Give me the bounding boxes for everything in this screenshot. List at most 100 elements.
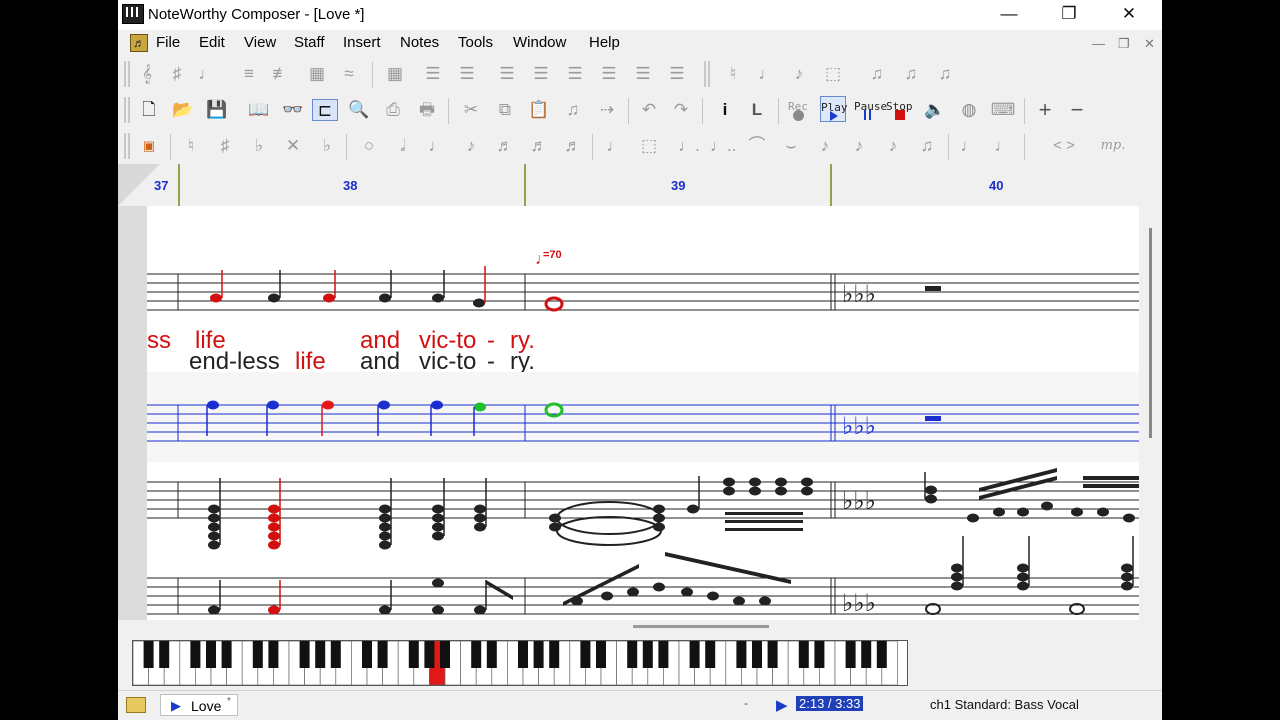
menu-help[interactable]: Help bbox=[589, 34, 620, 51]
double-flat-icon[interactable]: ♭ bbox=[314, 135, 340, 157]
paste-icon[interactable]: 📋 bbox=[526, 99, 552, 121]
speaker-icon[interactable]: 🔈 bbox=[922, 99, 948, 121]
layer-1-icon[interactable]: ☰ bbox=[494, 63, 520, 85]
restore-icon[interactable]: ❐ bbox=[1046, 0, 1092, 30]
toolbar-grip[interactable] bbox=[124, 97, 130, 123]
quarter-note-icon[interactable]: ♩ bbox=[754, 63, 780, 85]
sharp-icon[interactable]: ♯ bbox=[212, 135, 238, 157]
stem-icon[interactable]: ♩ bbox=[194, 63, 220, 85]
beam-3-icon[interactable]: ♫ bbox=[932, 63, 958, 85]
minimize-icon[interactable]: — bbox=[986, 0, 1032, 30]
search-icon[interactable]: 🔍 bbox=[346, 99, 372, 121]
staff-lines-icon[interactable]: ≡ bbox=[236, 63, 262, 85]
eighth-note-icon[interactable]: ♪ bbox=[458, 135, 484, 157]
natural-icon[interactable]: ♮ bbox=[720, 63, 746, 85]
menu-view[interactable]: View bbox=[244, 34, 276, 51]
globe-icon[interactable]: ◍ bbox=[956, 99, 982, 121]
layer-2-icon[interactable]: ☰ bbox=[528, 63, 554, 85]
open-folder-icon[interactable]: 📂 bbox=[170, 99, 196, 121]
grid-icon[interactable]: ▦ bbox=[304, 63, 330, 85]
toolbar-grip[interactable] bbox=[124, 133, 130, 159]
half-note-icon[interactable]: 𝅗𝅥 bbox=[390, 135, 416, 157]
quarter-note-icon[interactable]: ♩ bbox=[424, 135, 450, 157]
transpose-icon[interactable]: ⇢ bbox=[594, 99, 620, 121]
double-sharp-icon[interactable]: ✕ bbox=[280, 135, 306, 157]
mdi-close-icon[interactable]: ✕ bbox=[1144, 36, 1155, 52]
keyboard-icon[interactable]: ⌨ bbox=[990, 99, 1016, 121]
vertical-scrollbar-thumb[interactable] bbox=[1149, 228, 1152, 438]
sixty-fourth-note-icon[interactable]: ♬ bbox=[560, 135, 586, 157]
menu-staff[interactable]: Staff bbox=[294, 34, 325, 51]
vertical-scrollbar[interactable] bbox=[1139, 206, 1162, 620]
info-icon[interactable]: i bbox=[712, 99, 738, 121]
paste-notes-icon[interactable]: ♫ bbox=[560, 99, 586, 121]
play-button[interactable]: Play bbox=[820, 96, 848, 122]
mdi-minimize-icon[interactable]: — bbox=[1092, 36, 1105, 51]
dynamic-icon[interactable]: mp. bbox=[1096, 135, 1130, 157]
redo-icon[interactable]: ↷ bbox=[668, 99, 694, 121]
print-preview-icon[interactable]: ⎙ bbox=[380, 99, 406, 121]
menu-window[interactable]: Window bbox=[513, 34, 566, 51]
measure-ruler[interactable]: 37 38 39 40 bbox=[118, 164, 1162, 206]
staccato-icon[interactable]: ♪ bbox=[846, 135, 872, 157]
chord-box-icon[interactable]: ⬚ bbox=[636, 135, 662, 157]
layer-6-icon[interactable]: ☰ bbox=[664, 63, 690, 85]
thirty-second-note-icon[interactable]: ♬ bbox=[526, 135, 552, 157]
cut-icon[interactable]: ✂ bbox=[458, 99, 484, 121]
layer-4-icon[interactable]: ☰ bbox=[596, 63, 622, 85]
new-file-icon[interactable]: 🗋 bbox=[136, 99, 162, 121]
menu-notes[interactable]: Notes bbox=[400, 34, 439, 51]
document-icon[interactable]: ♬ bbox=[130, 34, 148, 52]
natural-icon[interactable]: ♮ bbox=[178, 135, 204, 157]
beam-2-icon[interactable]: ♫ bbox=[898, 63, 924, 85]
key-signature-icon[interactable]: ♯ bbox=[164, 63, 190, 85]
document-tab[interactable]: ▶ Love * bbox=[160, 694, 238, 716]
lyrics-icon[interactable]: L bbox=[744, 99, 770, 121]
beam-1-icon[interactable]: ♫ bbox=[864, 63, 890, 85]
note-properties-icon[interactable]: ▣ bbox=[136, 135, 162, 157]
menu-edit[interactable]: Edit bbox=[199, 34, 225, 51]
copy-icon[interactable]: ⧉ bbox=[492, 99, 518, 121]
double-dotted-icon[interactable]: ♩.. bbox=[710, 135, 736, 157]
stem-up-icon[interactable]: ♩ bbox=[956, 135, 982, 157]
tenuto-icon[interactable]: ♫ bbox=[914, 135, 940, 157]
stop-button[interactable]: Stop bbox=[886, 96, 913, 122]
slur-icon[interactable]: ⌒ bbox=[744, 135, 770, 157]
record-button[interactable]: Rec bbox=[786, 96, 812, 122]
hairpin-icon[interactable]: < > bbox=[1034, 135, 1094, 157]
score-area[interactable]: ♭♭♭ ♩ =70 ss life and vic-to - ry. end-l… bbox=[147, 206, 1139, 620]
flat-icon[interactable]: ♭ bbox=[246, 135, 272, 157]
mdi-restore-icon[interactable]: ❐ bbox=[1118, 36, 1130, 52]
dotted-icon[interactable]: ♩. bbox=[676, 135, 702, 157]
toolbar-grip[interactable] bbox=[704, 61, 710, 87]
accent-icon[interactable]: ♪ bbox=[880, 135, 906, 157]
staff-properties-icon[interactable]: ⊏ bbox=[312, 99, 338, 121]
pause-button[interactable]: Pause bbox=[854, 96, 887, 122]
folder-icon[interactable] bbox=[126, 697, 146, 713]
save-icon[interactable]: 💾 bbox=[204, 99, 230, 121]
menu-tools[interactable]: Tools bbox=[458, 34, 493, 51]
layer-5-icon[interactable]: ☰ bbox=[630, 63, 656, 85]
whole-note-icon[interactable]: ○ bbox=[356, 135, 382, 157]
book-icon[interactable]: 📖 bbox=[246, 99, 272, 121]
tie-icon[interactable]: ⌣ bbox=[778, 135, 804, 157]
horizontal-scrollbar[interactable] bbox=[147, 620, 1139, 638]
eighth-note-icon[interactable]: ♪ bbox=[786, 63, 812, 85]
piano-keyboard[interactable] bbox=[132, 640, 908, 686]
glasses-icon[interactable]: 👓 bbox=[280, 99, 306, 121]
grace-note-icon[interactable]: ♩ bbox=[602, 135, 628, 157]
zoom-out-button[interactable]: − bbox=[1064, 99, 1090, 121]
zoom-in-button[interactable]: + bbox=[1032, 99, 1058, 121]
align-grid-icon[interactable]: ▦ bbox=[382, 63, 408, 85]
menu-insert[interactable]: Insert bbox=[343, 34, 381, 51]
undo-icon[interactable]: ↶ bbox=[636, 99, 662, 121]
toolbar-grip[interactable] bbox=[124, 61, 130, 87]
close-icon[interactable]: ✕ bbox=[1106, 0, 1152, 30]
align-left-icon[interactable]: ☰ bbox=[420, 63, 446, 85]
slur-icon[interactable]: ≈ bbox=[336, 63, 362, 85]
sixteenth-note-icon[interactable]: ♬ bbox=[492, 135, 518, 157]
ledger-icon[interactable]: ≢ bbox=[268, 63, 294, 85]
clef-icon[interactable]: 𝄞 bbox=[134, 63, 160, 85]
menu-file[interactable]: File bbox=[156, 34, 180, 51]
select-box-icon[interactable]: ⬚ bbox=[820, 63, 846, 85]
